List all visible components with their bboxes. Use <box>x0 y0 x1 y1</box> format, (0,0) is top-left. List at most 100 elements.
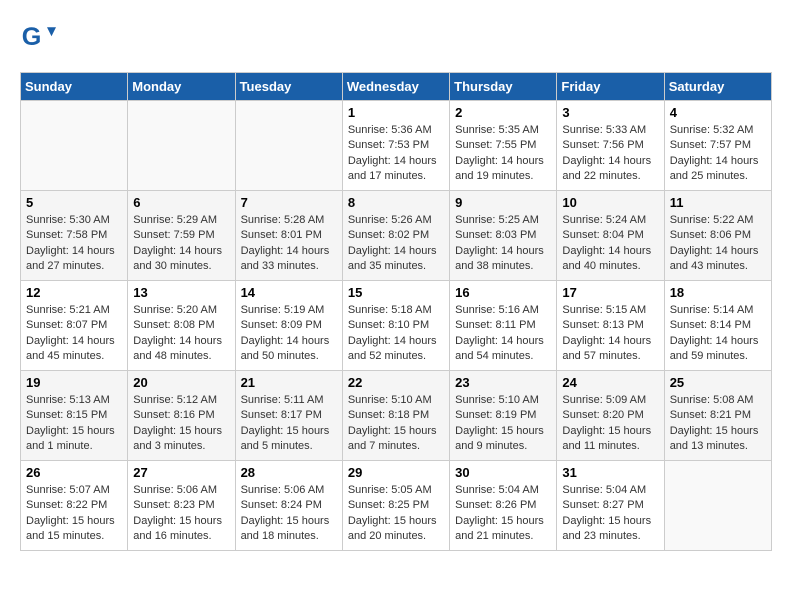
column-header-tuesday: Tuesday <box>235 73 342 101</box>
day-number: 24 <box>562 375 658 390</box>
day-number: 11 <box>670 195 766 210</box>
day-number: 5 <box>26 195 122 210</box>
day-info: Sunrise: 5:19 AM Sunset: 8:09 PM Dayligh… <box>241 303 337 365</box>
calendar-cell: 2 Sunrise: 5:35 AM Sunset: 7:55 PM Daylig… <box>450 101 557 191</box>
day-info: Sunrise: 5:11 AM Sunset: 8:17 PM Dayligh… <box>241 393 337 455</box>
calendar-cell <box>235 101 342 191</box>
day-info: Sunrise: 5:06 AM Sunset: 8:24 PM Dayligh… <box>241 483 337 545</box>
calendar-cell: 24 Sunrise: 5:09 AM Sunset: 8:20 PM Dayli… <box>557 371 664 461</box>
day-number: 9 <box>455 195 551 210</box>
day-number: 31 <box>562 465 658 480</box>
week-row: 26 Sunrise: 5:07 AM Sunset: 8:22 PM Dayli… <box>21 461 772 551</box>
calendar-cell: 11 Sunrise: 5:22 AM Sunset: 8:06 PM Dayli… <box>664 191 771 281</box>
column-header-wednesday: Wednesday <box>342 73 449 101</box>
day-info: Sunrise: 5:24 AM Sunset: 8:04 PM Dayligh… <box>562 213 658 275</box>
column-header-monday: Monday <box>128 73 235 101</box>
week-row: 5 Sunrise: 5:30 AM Sunset: 7:58 PM Daylig… <box>21 191 772 281</box>
day-info: Sunrise: 5:29 AM Sunset: 7:59 PM Dayligh… <box>133 213 229 275</box>
calendar-cell: 20 Sunrise: 5:12 AM Sunset: 8:16 PM Dayli… <box>128 371 235 461</box>
day-number: 7 <box>241 195 337 210</box>
calendar-cell: 1 Sunrise: 5:36 AM Sunset: 7:53 PM Daylig… <box>342 101 449 191</box>
column-header-sunday: Sunday <box>21 73 128 101</box>
column-header-thursday: Thursday <box>450 73 557 101</box>
day-info: Sunrise: 5:15 AM Sunset: 8:13 PM Dayligh… <box>562 303 658 365</box>
calendar-cell: 22 Sunrise: 5:10 AM Sunset: 8:18 PM Dayli… <box>342 371 449 461</box>
day-info: Sunrise: 5:35 AM Sunset: 7:55 PM Dayligh… <box>455 123 551 185</box>
day-number: 3 <box>562 105 658 120</box>
day-info: Sunrise: 5:32 AM Sunset: 7:57 PM Dayligh… <box>670 123 766 185</box>
day-number: 17 <box>562 285 658 300</box>
day-info: Sunrise: 5:09 AM Sunset: 8:20 PM Dayligh… <box>562 393 658 455</box>
calendar-cell: 17 Sunrise: 5:15 AM Sunset: 8:13 PM Dayli… <box>557 281 664 371</box>
calendar-cell: 30Sunrise: 5:04 AM Sunset: 8:26 PM Dayli… <box>450 461 557 551</box>
day-number: 21 <box>241 375 337 390</box>
calendar-cell: 31 Sunrise: 5:04 AM Sunset: 8:27 PM Dayli… <box>557 461 664 551</box>
column-header-saturday: Saturday <box>664 73 771 101</box>
day-info: Sunrise: 5:04 AM Sunset: 8:26 PM Dayligh… <box>455 483 551 545</box>
day-number: 6 <box>133 195 229 210</box>
page-header: G <box>20 20 772 56</box>
calendar-cell: 3 Sunrise: 5:33 AM Sunset: 7:56 PM Daylig… <box>557 101 664 191</box>
week-row: 12 Sunrise: 5:21 AM Sunset: 8:07 PM Dayli… <box>21 281 772 371</box>
day-info: Sunrise: 5:20 AM Sunset: 8:08 PM Dayligh… <box>133 303 229 365</box>
day-number: 15 <box>348 285 444 300</box>
day-number: 22 <box>348 375 444 390</box>
logo: G <box>20 20 60 56</box>
day-info: Sunrise: 5:25 AM Sunset: 8:03 PM Dayligh… <box>455 213 551 275</box>
day-info: Sunrise: 5:04 AM Sunset: 8:27 PM Dayligh… <box>562 483 658 545</box>
calendar-table: SundayMondayTuesdayWednesdayThursdayFrid… <box>20 72 772 551</box>
day-number: 26 <box>26 465 122 480</box>
day-number: 27 <box>133 465 229 480</box>
day-number: 18 <box>670 285 766 300</box>
svg-text:G: G <box>22 23 42 51</box>
day-info: Sunrise: 5:13 AM Sunset: 8:15 PM Dayligh… <box>26 393 122 455</box>
day-info: Sunrise: 5:18 AM Sunset: 8:10 PM Dayligh… <box>348 303 444 365</box>
calendar-cell: 21 Sunrise: 5:11 AM Sunset: 8:17 PM Dayli… <box>235 371 342 461</box>
day-number: 25 <box>670 375 766 390</box>
day-info: Sunrise: 5:12 AM Sunset: 8:16 PM Dayligh… <box>133 393 229 455</box>
day-number: 20 <box>133 375 229 390</box>
calendar-cell: 9 Sunrise: 5:25 AM Sunset: 8:03 PM Daylig… <box>450 191 557 281</box>
day-number: 23 <box>455 375 551 390</box>
calendar-cell <box>664 461 771 551</box>
calendar-cell: 4 Sunrise: 5:32 AM Sunset: 7:57 PM Daylig… <box>664 101 771 191</box>
day-info: Sunrise: 5:06 AM Sunset: 8:23 PM Dayligh… <box>133 483 229 545</box>
calendar-cell: 19 Sunrise: 5:13 AM Sunset: 8:15 PM Dayli… <box>21 371 128 461</box>
week-row: 19 Sunrise: 5:13 AM Sunset: 8:15 PM Dayli… <box>21 371 772 461</box>
day-number: 8 <box>348 195 444 210</box>
logo-icon: G <box>20 20 56 56</box>
calendar-cell: 12 Sunrise: 5:21 AM Sunset: 8:07 PM Dayli… <box>21 281 128 371</box>
day-number: 4 <box>670 105 766 120</box>
calendar-cell: 10 Sunrise: 5:24 AM Sunset: 8:04 PM Dayli… <box>557 191 664 281</box>
day-info: Sunrise: 5:33 AM Sunset: 7:56 PM Dayligh… <box>562 123 658 185</box>
calendar-cell: 7Sunrise: 5:28 AM Sunset: 8:01 PM Daylig… <box>235 191 342 281</box>
day-info: Sunrise: 5:10 AM Sunset: 8:19 PM Dayligh… <box>455 393 551 455</box>
day-number: 19 <box>26 375 122 390</box>
day-number: 29 <box>348 465 444 480</box>
day-info: Sunrise: 5:10 AM Sunset: 8:18 PM Dayligh… <box>348 393 444 455</box>
calendar-cell <box>21 101 128 191</box>
day-info: Sunrise: 5:21 AM Sunset: 8:07 PM Dayligh… <box>26 303 122 365</box>
day-number: 10 <box>562 195 658 210</box>
calendar-cell: 5 Sunrise: 5:30 AM Sunset: 7:58 PM Daylig… <box>21 191 128 281</box>
calendar-cell: 16Sunrise: 5:16 AM Sunset: 8:11 PM Dayli… <box>450 281 557 371</box>
day-info: Sunrise: 5:36 AM Sunset: 7:53 PM Dayligh… <box>348 123 444 185</box>
day-info: Sunrise: 5:05 AM Sunset: 8:25 PM Dayligh… <box>348 483 444 545</box>
day-number: 16 <box>455 285 551 300</box>
day-info: Sunrise: 5:07 AM Sunset: 8:22 PM Dayligh… <box>26 483 122 545</box>
day-number: 1 <box>348 105 444 120</box>
calendar-body: 1 Sunrise: 5:36 AM Sunset: 7:53 PM Daylig… <box>21 101 772 551</box>
week-row: 1 Sunrise: 5:36 AM Sunset: 7:53 PM Daylig… <box>21 101 772 191</box>
day-info: Sunrise: 5:30 AM Sunset: 7:58 PM Dayligh… <box>26 213 122 275</box>
calendar-cell: 28 Sunrise: 5:06 AM Sunset: 8:24 PM Dayli… <box>235 461 342 551</box>
calendar-cell: 26 Sunrise: 5:07 AM Sunset: 8:22 PM Dayli… <box>21 461 128 551</box>
calendar-cell: 8Sunrise: 5:26 AM Sunset: 8:02 PM Daylig… <box>342 191 449 281</box>
day-number: 2 <box>455 105 551 120</box>
day-number: 28 <box>241 465 337 480</box>
calendar-cell: 23 Sunrise: 5:10 AM Sunset: 8:19 PM Dayli… <box>450 371 557 461</box>
day-number: 12 <box>26 285 122 300</box>
calendar-cell <box>128 101 235 191</box>
day-number: 14 <box>241 285 337 300</box>
day-info: Sunrise: 5:14 AM Sunset: 8:14 PM Dayligh… <box>670 303 766 365</box>
day-info: Sunrise: 5:22 AM Sunset: 8:06 PM Dayligh… <box>670 213 766 275</box>
